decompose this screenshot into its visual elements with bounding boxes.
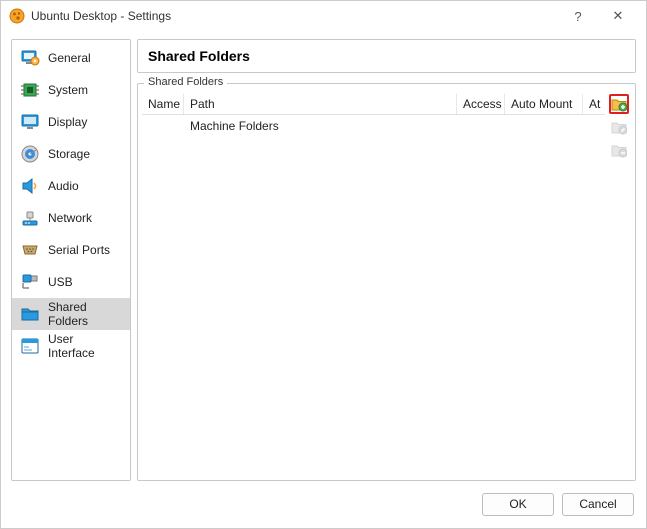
sidebar-item-usb[interactable]: USB	[12, 266, 130, 298]
folders-table[interactable]: Name Path Access Auto Mount At Machine F…	[142, 94, 605, 476]
monitor-settings-icon	[20, 48, 40, 68]
sidebar: General System Display Storage	[11, 39, 131, 481]
col-at[interactable]: At	[583, 94, 605, 114]
sidebar-item-label: User Interface	[48, 332, 122, 360]
remove-folder-button[interactable]	[609, 140, 629, 160]
edit-folder-button[interactable]	[609, 117, 629, 137]
close-icon[interactable]: ✕	[598, 8, 638, 24]
disk-icon	[20, 144, 40, 164]
sidebar-item-label: Display	[48, 115, 87, 129]
sidebar-item-label: Network	[48, 211, 92, 225]
serial-port-icon	[20, 240, 40, 260]
folder-icon	[20, 304, 40, 324]
group-label: Shared Folders	[144, 76, 227, 88]
window-title: Ubuntu Desktop - Settings	[31, 9, 558, 23]
footer: OK Cancel	[1, 485, 646, 528]
network-icon	[20, 208, 40, 228]
sidebar-item-label: Audio	[48, 179, 79, 193]
sidebar-item-serial-ports[interactable]: Serial Ports	[12, 234, 130, 266]
main-header: Shared Folders	[137, 39, 636, 73]
page-title: Shared Folders	[148, 48, 625, 64]
sidebar-item-shared-folders[interactable]: Shared Folders	[12, 298, 130, 330]
help-icon[interactable]: ?	[558, 9, 598, 24]
display-icon	[20, 112, 40, 132]
sidebar-item-label: Storage	[48, 147, 90, 161]
add-folder-button[interactable]	[609, 94, 629, 114]
shared-folders-group: Shared Folders Name Path Access Auto Mou…	[137, 83, 636, 481]
sidebar-item-system[interactable]: System	[12, 74, 130, 106]
speaker-icon	[20, 176, 40, 196]
sidebar-item-general[interactable]: General	[12, 42, 130, 74]
app-icon	[9, 8, 25, 24]
folder-action-buttons	[609, 94, 631, 476]
sidebar-item-storage[interactable]: Storage	[12, 138, 130, 170]
col-access[interactable]: Access	[457, 94, 505, 114]
sidebar-item-label: USB	[48, 275, 73, 289]
settings-window: Ubuntu Desktop - Settings ? ✕ General Sy…	[0, 0, 647, 529]
row-group-label: Machine Folders	[190, 119, 279, 133]
chip-icon	[20, 80, 40, 100]
cancel-button[interactable]: Cancel	[562, 493, 634, 516]
titlebar: Ubuntu Desktop - Settings ? ✕	[1, 1, 646, 31]
ok-button[interactable]: OK	[482, 493, 554, 516]
col-name[interactable]: Name	[142, 94, 184, 114]
sidebar-item-network[interactable]: Network	[12, 202, 130, 234]
sidebar-item-label: System	[48, 83, 88, 97]
col-path[interactable]: Path	[184, 94, 457, 114]
table-row[interactable]: Machine Folders	[142, 115, 605, 137]
table-header: Name Path Access Auto Mount At	[142, 94, 605, 115]
sidebar-item-user-interface[interactable]: User Interface	[12, 330, 130, 362]
sidebar-item-audio[interactable]: Audio	[12, 170, 130, 202]
content-area: General System Display Storage	[1, 31, 646, 485]
sidebar-item-display[interactable]: Display	[12, 106, 130, 138]
col-auto-mount[interactable]: Auto Mount	[505, 94, 583, 114]
usb-icon	[20, 272, 40, 292]
sidebar-item-label: General	[48, 51, 91, 65]
sidebar-item-label: Serial Ports	[48, 243, 110, 257]
main-panel: Shared Folders Shared Folders Name Path …	[137, 39, 636, 481]
window-layout-icon	[20, 336, 40, 356]
sidebar-item-label: Shared Folders	[48, 300, 122, 328]
